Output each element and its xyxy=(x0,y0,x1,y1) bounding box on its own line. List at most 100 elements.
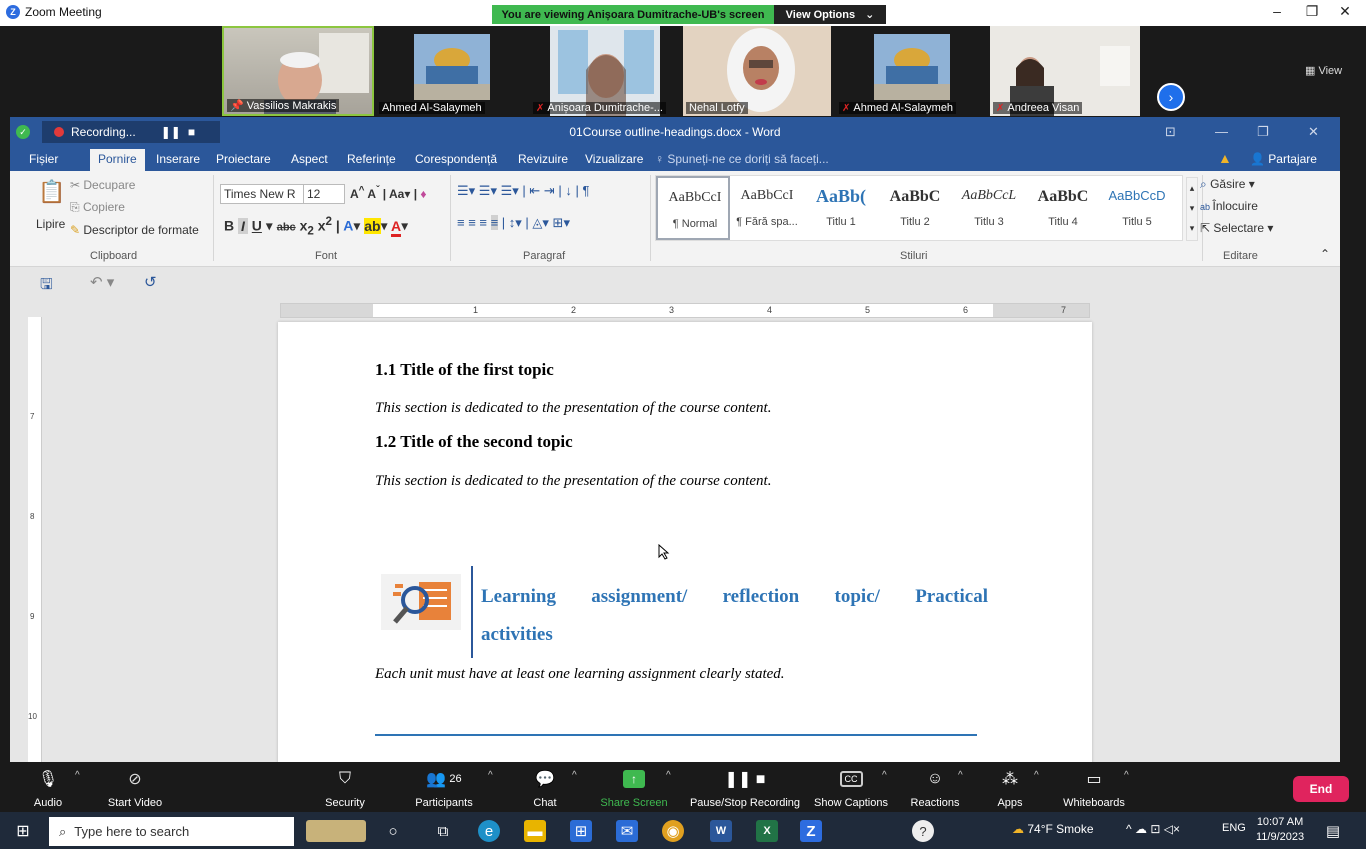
vertical-ruler[interactable]: 7 8 9 10 xyxy=(28,317,42,762)
video-tile[interactable]: Nehal Lotfy xyxy=(683,26,831,116)
show-captions-button[interactable]: CC Show Captions xyxy=(812,768,890,809)
mail-icon[interactable]: ✉ xyxy=(616,820,638,842)
group-label-clipboard: Clipboard xyxy=(90,250,138,262)
warning-icon[interactable]: ▲ xyxy=(1218,150,1232,166)
chat-button[interactable]: 💬 Chat xyxy=(525,768,565,809)
clock[interactable]: 10:07 AM 11/9/2023 xyxy=(1256,815,1304,845)
align-controls[interactable]: ≡ ≡ ≡ ≡ | ↕▾ | ◬▾ ⊞▾ xyxy=(457,215,570,231)
video-tile[interactable]: 📌 Vassilios Makrakis xyxy=(222,26,374,116)
file-explorer-icon[interactable]: ▬ xyxy=(524,820,546,842)
view-button[interactable]: ▦ View xyxy=(1305,64,1342,77)
restore-icon[interactable]: ❐ xyxy=(1257,124,1269,140)
cut-button[interactable]: ✂ Decupare xyxy=(70,178,135,192)
tab-revizuire[interactable]: Revizuire xyxy=(518,152,568,166)
tab-inserare[interactable]: Inserare xyxy=(156,152,200,166)
style-no-spacing[interactable]: AaBbCcI ¶ Fără spa... xyxy=(730,176,804,240)
paste-icon[interactable]: 📋 xyxy=(38,179,65,205)
security-button[interactable]: ⛉ Security xyxy=(320,768,370,809)
ribbon-display-icon[interactable]: ⊡ xyxy=(1165,124,1176,140)
tab-referinte[interactable]: Referințe xyxy=(347,152,396,166)
chevron-up-icon[interactable]: ^ xyxy=(75,770,80,781)
redo-icon[interactable]: ↺ xyxy=(144,273,157,291)
replace-button[interactable]: ab Înlocuire xyxy=(1200,199,1258,213)
chevron-up-icon[interactable]: ^ xyxy=(666,770,671,781)
apps-button[interactable]: ⁂ Apps xyxy=(992,768,1028,809)
tell-me-box[interactable]: ♀ Spuneți-ne ce doriți să faceți... xyxy=(655,152,829,166)
participants-button[interactable]: 👥 26 Participants xyxy=(410,768,478,809)
styles-scroll[interactable]: ▴ ▾ ▾ xyxy=(1186,177,1198,241)
video-tile[interactable]: ✗ Andreea Visan xyxy=(990,26,1140,116)
windows-start-icon[interactable]: ⊞ xyxy=(12,820,34,842)
video-tile[interactable]: ✗ Anișoara Dumitrache-... xyxy=(530,26,680,116)
view-options-button[interactable]: View Options ⌄ xyxy=(774,5,886,24)
style-normal[interactable]: AaBbCcI ¶ Normal xyxy=(656,176,730,240)
style-heading-3[interactable]: AaBbCcL Titlu 3 xyxy=(952,176,1026,240)
restore-icon[interactable]: ❐ xyxy=(1297,3,1327,20)
chevron-up-icon[interactable]: ^ xyxy=(1034,770,1039,781)
chevron-up-icon[interactable]: ^ xyxy=(958,770,963,781)
chevron-up-icon[interactable]: ^ xyxy=(488,770,493,781)
tab-aspect[interactable]: Aspect xyxy=(291,152,328,166)
help-icon[interactable]: ? xyxy=(912,820,934,842)
zoom-taskbar-icon[interactable]: Z xyxy=(800,820,822,842)
style-heading-5[interactable]: AaBbCcD Titlu 5 xyxy=(1100,176,1174,240)
audio-button[interactable]: 🎙 Audio xyxy=(30,768,66,809)
select-button[interactable]: ⇱ Selectare ▾ xyxy=(1200,221,1273,235)
close-icon[interactable]: ✕ xyxy=(1330,3,1360,20)
end-button[interactable]: End xyxy=(1293,776,1349,802)
tab-vizualizare[interactable]: Vizualizare xyxy=(585,152,643,166)
style-heading-1[interactable]: AaBb(Titlu 1 xyxy=(804,176,878,240)
whiteboards-button[interactable]: ▭ Whiteboards xyxy=(1058,768,1130,809)
reactions-button[interactable]: ☺ Reactions xyxy=(906,768,964,809)
undo-icon[interactable]: ↶ ▾ xyxy=(90,273,114,291)
cortana-icon[interactable]: ○ xyxy=(382,820,404,842)
video-tile[interactable]: ✗ Ahmed Al-Salaymeh xyxy=(836,26,988,116)
horizontal-ruler[interactable]: 1 2 3 4 5 6 7 xyxy=(280,303,1090,318)
share-screen-button[interactable]: ↑ Share Screen xyxy=(598,768,670,809)
store-icon[interactable]: ⊞ xyxy=(570,820,592,842)
font-name-box[interactable]: Times New R xyxy=(220,184,304,204)
next-page-button[interactable]: › xyxy=(1157,83,1185,111)
start-video-button[interactable]: ⊘ Start Video xyxy=(100,768,170,809)
task-view-icon[interactable]: ⧉ xyxy=(432,820,454,842)
edge-icon[interactable]: e xyxy=(478,820,500,842)
tab-corespondenta[interactable]: Corespondență xyxy=(415,152,497,166)
group-label-styles: Stiluri xyxy=(900,250,928,262)
weather-widget[interactable]: ☁ 74°F Smoke xyxy=(1012,822,1094,836)
find-button[interactable]: ⌕ Găsire ▾ xyxy=(1200,177,1255,192)
style-heading-4[interactable]: AaBbC Titlu 4 xyxy=(1026,176,1100,240)
minimize-icon[interactable]: — xyxy=(1215,124,1228,139)
chevron-up-icon[interactable]: ^ xyxy=(882,770,887,781)
language-indicator[interactable]: ENG xyxy=(1222,822,1246,834)
cursor-icon: ⇱ xyxy=(1200,221,1214,235)
notifications-icon[interactable]: ▤ xyxy=(1322,820,1344,842)
font-format-controls[interactable]: B I U ▾ abc x2 x2 | A▾ ab▾ A▾ xyxy=(224,215,408,237)
close-icon[interactable]: ✕ xyxy=(1308,124,1319,140)
copy-button[interactable]: ⎘ Copiere xyxy=(70,200,125,215)
news-widget-icon[interactable] xyxy=(306,820,366,842)
chevron-up-icon[interactable]: ^ xyxy=(1124,770,1129,781)
document-page[interactable]: 1.1 Title of the first topic This sectio… xyxy=(278,322,1092,767)
pause-stop-recording-button[interactable]: ❚❚ ■ Pause/Stop Recording xyxy=(686,768,804,809)
minimize-icon[interactable]: – xyxy=(1262,3,1292,19)
chrome-icon[interactable]: ◉ xyxy=(662,820,684,842)
font-size-controls[interactable]: A^ Aˇ | Aa▾ | ♦ xyxy=(350,185,427,201)
tab-pornire[interactable]: Pornire xyxy=(90,149,145,171)
tab-proiectare[interactable]: Proiectare xyxy=(216,152,271,166)
format-painter-button[interactable]: ✎ Descriptor de formate xyxy=(70,223,199,237)
word-icon[interactable]: W xyxy=(710,820,732,842)
tab-fisier[interactable]: Fișier xyxy=(29,152,58,166)
video-gallery: 📌 Vassilios Makrakis Ahmed Al-Salaymeh ✗ A… xyxy=(0,26,1366,116)
save-icon[interactable]: 🖫 xyxy=(40,274,53,299)
font-size-box[interactable]: 12 xyxy=(303,184,345,204)
share-button[interactable]: 👤 Partajare xyxy=(1250,152,1317,166)
collapse-ribbon-icon[interactable]: ⌃ xyxy=(1320,247,1330,261)
style-heading-2[interactable]: AaBbC Titlu 2 xyxy=(878,176,952,240)
list-controls[interactable]: ☰▾ ☰▾ ☰▾ | ⇤ ⇥ | ↓ | ¶ xyxy=(457,183,589,199)
taskbar-search[interactable]: ⌕ Type here to search xyxy=(49,817,294,846)
chevron-up-icon[interactable]: ^ xyxy=(572,770,577,781)
excel-icon[interactable]: X xyxy=(756,820,778,842)
paste-button[interactable]: Lipire xyxy=(36,217,65,231)
system-tray-icons[interactable]: ^ ☁ ⊡ ◁× xyxy=(1126,822,1180,836)
video-tile[interactable]: Ahmed Al-Salaymeh xyxy=(376,26,528,116)
